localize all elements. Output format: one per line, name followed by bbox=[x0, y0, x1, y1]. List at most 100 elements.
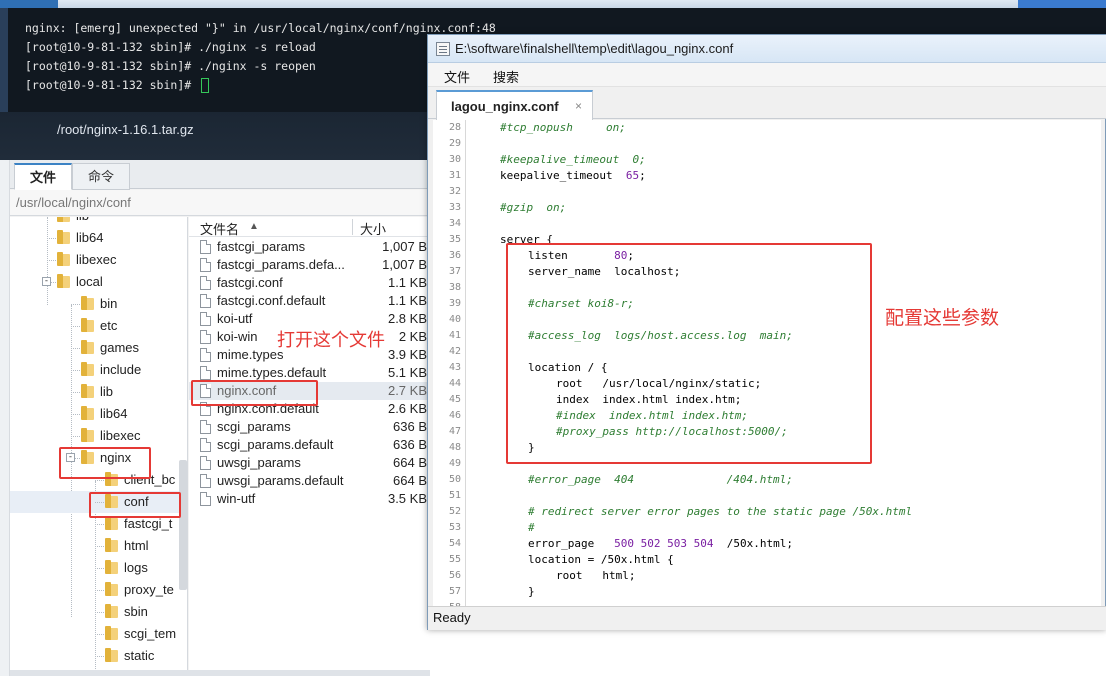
file-row[interactable]: scgi_params 636 B bbox=[189, 418, 430, 436]
file-row[interactable]: win-utf 3.5 KB bbox=[189, 490, 430, 508]
file-size: 664 B bbox=[393, 455, 427, 470]
line-number: 46 bbox=[448, 410, 461, 421]
tree-guide-line bbox=[71, 392, 80, 393]
code-line: 56 root html; bbox=[433, 568, 1101, 584]
tree-item-label: sbin bbox=[124, 604, 148, 619]
tree-item-games[interactable]: games bbox=[10, 337, 187, 359]
tree-item-label: libexec bbox=[100, 428, 141, 443]
code-text: #gzip on; bbox=[500, 201, 567, 214]
folder-icon bbox=[105, 538, 118, 552]
column-header-size[interactable]: 大小 bbox=[360, 219, 386, 238]
current-directory-path[interactable]: /usr/local/nginx/conf bbox=[10, 190, 430, 216]
editor-title: E:\software\finalshell\temp\edit\lagou_n… bbox=[455, 41, 734, 56]
code-line: 29 bbox=[433, 136, 1101, 152]
tree-item-label: logs bbox=[124, 560, 148, 575]
file-row[interactable]: scgi_params.default 636 B bbox=[189, 436, 430, 454]
file-icon bbox=[200, 438, 211, 452]
folder-icon bbox=[105, 582, 118, 596]
terminal-prompt-line[interactable]: [root@10-9-81-132 sbin]# bbox=[25, 76, 496, 95]
folder-icon bbox=[81, 318, 94, 332]
highlight-conf-folder bbox=[89, 492, 181, 518]
tree-item-lib[interactable]: lib bbox=[10, 217, 187, 227]
terminal-prompt: [root@10-9-81-132 sbin]# bbox=[25, 78, 199, 92]
tree-item-libexec[interactable]: libexec bbox=[10, 249, 187, 271]
line-number: 30 bbox=[448, 154, 461, 165]
menu-search[interactable]: 搜索 bbox=[493, 67, 519, 86]
line-number: 48 bbox=[448, 442, 461, 453]
code-line: 31 keepalive_timeout 65; bbox=[433, 168, 1101, 184]
tree-item-include[interactable]: include bbox=[10, 359, 187, 381]
file-icon bbox=[200, 312, 211, 326]
tree-item-etc[interactable]: etc bbox=[10, 315, 187, 337]
line-number: 44 bbox=[448, 378, 461, 389]
tree-item-label: bin bbox=[100, 296, 118, 311]
code-line: 50 #error_page 404 /404.html; bbox=[433, 472, 1101, 488]
tree-item-bin[interactable]: bin bbox=[10, 293, 187, 315]
code-text: root html; bbox=[556, 569, 636, 582]
tree-scrollbar[interactable] bbox=[179, 460, 187, 590]
file-name: uwsgi_params bbox=[217, 455, 301, 470]
tree-item-lib[interactable]: lib bbox=[10, 381, 187, 403]
file-row[interactable]: fastcgi.conf 1.1 KB bbox=[189, 274, 430, 292]
highlight-server-block bbox=[506, 243, 872, 464]
top-left-tab-strip bbox=[0, 0, 58, 8]
editor-tab-lagou-nginx-conf[interactable]: lagou_nginx.conf × bbox=[436, 90, 593, 120]
tree-item-label: static bbox=[124, 648, 155, 663]
file-name: fastcgi_params.defa... bbox=[217, 257, 345, 272]
tree-item-logs[interactable]: logs bbox=[10, 557, 187, 579]
column-header-name[interactable]: 文件名 bbox=[200, 219, 239, 238]
tree-item-html[interactable]: html bbox=[10, 535, 187, 557]
tree-guide-line bbox=[71, 326, 80, 327]
tree-item-proxy-te[interactable]: proxy_te bbox=[10, 579, 187, 601]
tree-item-scgi-tem[interactable]: scgi_tem bbox=[10, 623, 187, 645]
folder-icon bbox=[105, 516, 118, 530]
file-size: 664 B bbox=[393, 473, 427, 488]
tree-item-libexec[interactable]: libexec bbox=[10, 425, 187, 447]
tree-item-lib64[interactable]: lib64 bbox=[10, 403, 187, 425]
tree-item-sbin[interactable]: sbin bbox=[10, 601, 187, 623]
menu-file[interactable]: 文件 bbox=[444, 67, 470, 86]
file-name: scgi_params bbox=[217, 419, 291, 434]
file-list: 文件名 ▲ 大小 fastcgi_params 1,007 Bfastcgi_pa… bbox=[189, 217, 430, 676]
code-line: 32 bbox=[433, 184, 1101, 200]
file-row[interactable]: uwsgi_params.default 664 B bbox=[189, 472, 430, 490]
tree-item-label: scgi_tem bbox=[124, 626, 177, 641]
line-number: 49 bbox=[448, 458, 461, 469]
file-list-header: 文件名 ▲ 大小 bbox=[189, 217, 430, 237]
code-text: location = /50x.html { bbox=[528, 553, 674, 566]
file-row[interactable]: fastcgi.conf.default 1.1 KB bbox=[189, 292, 430, 310]
folder-icon bbox=[57, 274, 70, 288]
line-number: 50 bbox=[448, 474, 461, 485]
tree-item-label: games bbox=[100, 340, 140, 355]
line-number: 33 bbox=[448, 202, 461, 213]
tree-guide-line bbox=[71, 370, 80, 371]
file-row[interactable]: fastcgi_params 1,007 B bbox=[189, 238, 430, 256]
file-name: fastcgi.conf.default bbox=[217, 293, 326, 308]
line-number: 53 bbox=[448, 522, 461, 533]
folder-icon bbox=[105, 626, 118, 640]
file-manager: 文件 命令 /usr/local/nginx/conf liblib64libe… bbox=[0, 160, 430, 676]
sort-ascending-icon[interactable]: ▲ bbox=[249, 221, 259, 232]
file-icon bbox=[200, 348, 211, 362]
file-icon bbox=[200, 258, 211, 272]
file-name: fastcgi_params bbox=[217, 239, 306, 254]
tree-item-lib64[interactable]: lib64 bbox=[10, 227, 187, 249]
tree-item-local[interactable]: - local bbox=[10, 271, 187, 293]
editor-titlebar[interactable]: E:\software\finalshell\temp\edit\lagou_n… bbox=[428, 35, 1106, 63]
close-icon[interactable]: × bbox=[575, 99, 582, 113]
collapse-icon[interactable]: - bbox=[42, 277, 51, 286]
file-icon bbox=[200, 456, 211, 470]
file-row[interactable]: uwsgi_params 664 B bbox=[189, 454, 430, 472]
folder-icon bbox=[57, 230, 70, 244]
horizontal-scrollbar[interactable] bbox=[10, 670, 430, 676]
code-line: 53 # bbox=[433, 520, 1101, 536]
code-text: # redirect server error pages to the sta… bbox=[528, 505, 913, 518]
tab-files[interactable]: 文件 bbox=[14, 163, 72, 190]
tree-item-static[interactable]: static bbox=[10, 645, 187, 667]
file-size: 2.7 KB bbox=[387, 383, 427, 398]
file-row[interactable]: fastcgi_params.defa... 1,007 B bbox=[189, 256, 430, 274]
tree-guide-line bbox=[95, 546, 104, 547]
tab-commands[interactable]: 命令 bbox=[72, 163, 130, 190]
code-number: 65 bbox=[625, 169, 640, 182]
tree-guide-line bbox=[47, 260, 56, 261]
